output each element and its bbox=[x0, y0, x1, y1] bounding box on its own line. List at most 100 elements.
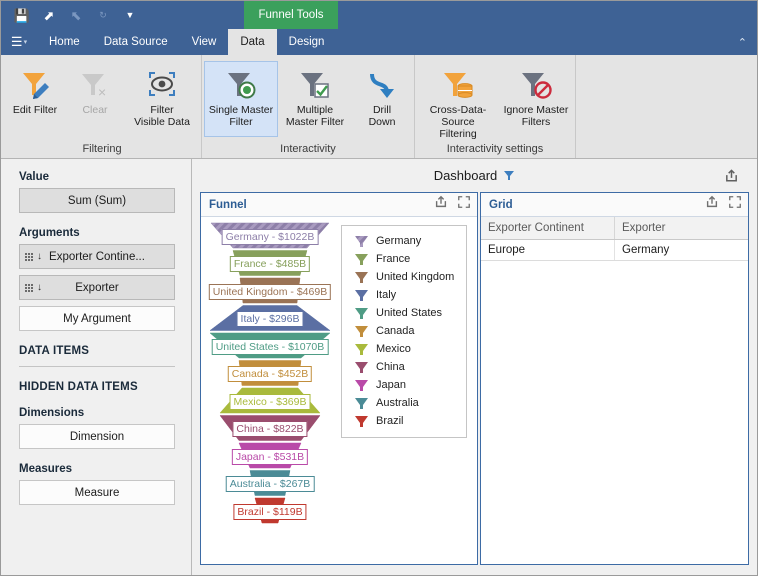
refresh-icon[interactable]: ↻ bbox=[95, 7, 111, 23]
legend-item-label: Germany bbox=[376, 235, 422, 247]
section-measures-title: Measures bbox=[19, 463, 73, 475]
dashboard-title: Dashboard bbox=[433, 168, 498, 183]
filter-visible-data-button[interactable]: Filter Visible Data bbox=[125, 61, 199, 137]
legend-swatch-funnel-icon bbox=[355, 236, 368, 247]
maximize-icon[interactable] bbox=[728, 195, 742, 214]
legend-item-label: Australia bbox=[376, 397, 419, 409]
legend-item[interactable]: Brazil bbox=[354, 412, 460, 430]
legend-item[interactable]: Mexico bbox=[354, 340, 460, 358]
export-icon[interactable] bbox=[724, 168, 739, 183]
ribbon-tab-bar: ☰ ▾ Home Data Source View Data Design ⌃ bbox=[1, 29, 757, 55]
legend-swatch-funnel-icon bbox=[355, 416, 368, 427]
legend-item[interactable]: United States bbox=[354, 304, 460, 322]
funnel-segment-label: France - $485B bbox=[229, 256, 311, 273]
funnel-segment-label: Canada - $452B bbox=[227, 366, 313, 383]
legend-item[interactable]: United Kingdom bbox=[354, 268, 460, 286]
legend-item[interactable]: Japan bbox=[354, 376, 460, 394]
clear-filter-label: Clear bbox=[82, 104, 108, 116]
dashboard-canvas: Funnel Germany - $1022B France - $485B U… bbox=[192, 192, 757, 575]
clear-filter-button[interactable]: × Clear bbox=[65, 61, 125, 137]
legend-item[interactable]: Germany bbox=[354, 232, 460, 250]
argument-field-label: Exporter Contine... bbox=[49, 250, 145, 263]
table-cell: Germany bbox=[614, 239, 748, 261]
multiple-master-filter-label: Multiple Master Filter bbox=[285, 104, 345, 128]
maximize-icon[interactable] bbox=[457, 195, 471, 214]
svg-text:×: × bbox=[98, 84, 106, 100]
cross-data-source-filtering-label: Cross-Data-Source Filtering bbox=[429, 104, 487, 140]
dashboard-header: Dashboard bbox=[192, 159, 757, 192]
ignore-master-filters-button[interactable]: Ignore Master Filters bbox=[499, 61, 573, 137]
dimension-placeholder[interactable]: Dimension bbox=[19, 424, 175, 449]
funnel-widget: Funnel Germany - $1022B France - $485B U… bbox=[200, 192, 478, 565]
column-header-exporter-continent[interactable]: Exporter Continent bbox=[481, 217, 615, 240]
drill-down-label: Drill Down bbox=[368, 104, 396, 128]
argument-field-exporter[interactable]: ↓ Exporter bbox=[19, 275, 175, 300]
argument-field-exporter-continent[interactable]: ↓ Exporter Contine... bbox=[19, 244, 175, 269]
redo-icon[interactable]: ⬉ bbox=[68, 7, 84, 23]
legend-swatch-funnel-icon bbox=[355, 272, 368, 283]
chevron-down-icon: ▾ bbox=[23, 39, 28, 46]
argument-placeholder-label: My Argument bbox=[63, 312, 131, 325]
quick-access-toolbar: 💾 ⬈ ⬉ ↻ ▼ bbox=[1, 7, 138, 23]
multiple-master-filter-button[interactable]: Multiple Master Filter bbox=[278, 61, 352, 137]
legend-item[interactable]: Australia bbox=[354, 394, 460, 412]
legend-item-label: China bbox=[376, 361, 405, 373]
menu-icon: ☰ bbox=[10, 34, 23, 49]
value-field-sum[interactable]: Sum (Sum) bbox=[19, 188, 175, 213]
ribbon-group-filtering: Edit Filter × Clear Filter Visible Data … bbox=[3, 55, 202, 158]
undo-icon[interactable]: ⬈ bbox=[41, 7, 57, 23]
legend-swatch-funnel-icon bbox=[355, 344, 368, 355]
measure-placeholder[interactable]: Measure bbox=[19, 480, 175, 505]
work-area: Value Sum (Sum) Arguments ↓ Exporter Con… bbox=[1, 159, 757, 575]
single-master-filter-label: Single Master Filter bbox=[208, 104, 274, 128]
tab-design[interactable]: Design bbox=[277, 29, 337, 55]
tab-data[interactable]: Data bbox=[228, 29, 277, 55]
drill-down-arrow-icon bbox=[362, 66, 402, 102]
legend-item-label: Mexico bbox=[376, 343, 411, 355]
funnel-icon[interactable] bbox=[503, 170, 515, 182]
drag-sort-handle: ↓ bbox=[25, 251, 42, 262]
application-menu-button[interactable]: ☰ ▾ bbox=[1, 29, 37, 55]
edit-filter-label: Edit Filter bbox=[12, 104, 58, 116]
tab-data-source[interactable]: Data Source bbox=[92, 29, 180, 55]
funnel-segment-label: Brazil - $119B bbox=[233, 503, 307, 520]
funnel-segment-label: Australia - $267B bbox=[225, 476, 315, 493]
title-bar: 💾 ⬈ ⬉ ↻ ▼ Funnel Tools bbox=[1, 1, 757, 29]
drag-handle-icon bbox=[25, 283, 33, 292]
funnel-plot: Germany - $1022B France - $485B United Kin… bbox=[201, 217, 339, 564]
funnel-widget-title: Funnel bbox=[209, 198, 247, 211]
legend-swatch-funnel-icon bbox=[355, 290, 368, 301]
legend-item[interactable]: China bbox=[354, 358, 460, 376]
tab-home[interactable]: Home bbox=[37, 29, 92, 55]
single-master-filter-button[interactable]: Single Master Filter bbox=[204, 61, 278, 137]
drill-down-button[interactable]: Drill Down bbox=[352, 61, 412, 137]
drag-sort-handle: ↓ bbox=[25, 282, 42, 293]
legend-item[interactable]: Canada bbox=[354, 322, 460, 340]
filter-clear-icon: × bbox=[75, 66, 115, 102]
grid-widget: Grid Exporter Continent Exporter Europe … bbox=[480, 192, 749, 565]
legend-item-label: Canada bbox=[376, 325, 415, 337]
funnel-segment-label: United Kingdom - $469B bbox=[208, 283, 332, 300]
cross-data-source-filtering-button[interactable]: Cross-Data-Source Filtering bbox=[417, 61, 499, 141]
measure-placeholder-label: Measure bbox=[74, 486, 120, 499]
table-header-row: Exporter Continent Exporter bbox=[481, 217, 748, 240]
tab-view[interactable]: View bbox=[180, 29, 229, 55]
section-arguments-title: Arguments bbox=[19, 227, 80, 239]
filter-visible-data-label: Filter Visible Data bbox=[134, 104, 190, 128]
argument-placeholder-my-argument[interactable]: My Argument bbox=[19, 306, 175, 331]
export-icon[interactable] bbox=[434, 195, 448, 214]
legend-item[interactable]: France bbox=[354, 250, 460, 268]
column-header-exporter[interactable]: Exporter bbox=[614, 217, 748, 240]
dashboard-surface: Dashboard Funnel Germany - $1022B France… bbox=[192, 159, 757, 575]
save-icon[interactable]: 💾 bbox=[14, 7, 30, 23]
funnel-segment-label: Germany - $1022B bbox=[221, 228, 319, 245]
filter-edit-icon bbox=[15, 66, 55, 102]
collapse-ribbon-button[interactable]: ⌃ bbox=[738, 29, 747, 55]
legend-swatch-funnel-icon bbox=[355, 326, 368, 337]
ignore-master-filters-label: Ignore Master Filters bbox=[503, 104, 569, 128]
table-row[interactable]: Europe Germany bbox=[481, 239, 748, 261]
export-icon[interactable] bbox=[705, 195, 719, 214]
qat-dropdown-icon[interactable]: ▼ bbox=[122, 7, 138, 23]
edit-filter-button[interactable]: Edit Filter bbox=[5, 61, 65, 137]
legend-item[interactable]: Italy bbox=[354, 286, 460, 304]
